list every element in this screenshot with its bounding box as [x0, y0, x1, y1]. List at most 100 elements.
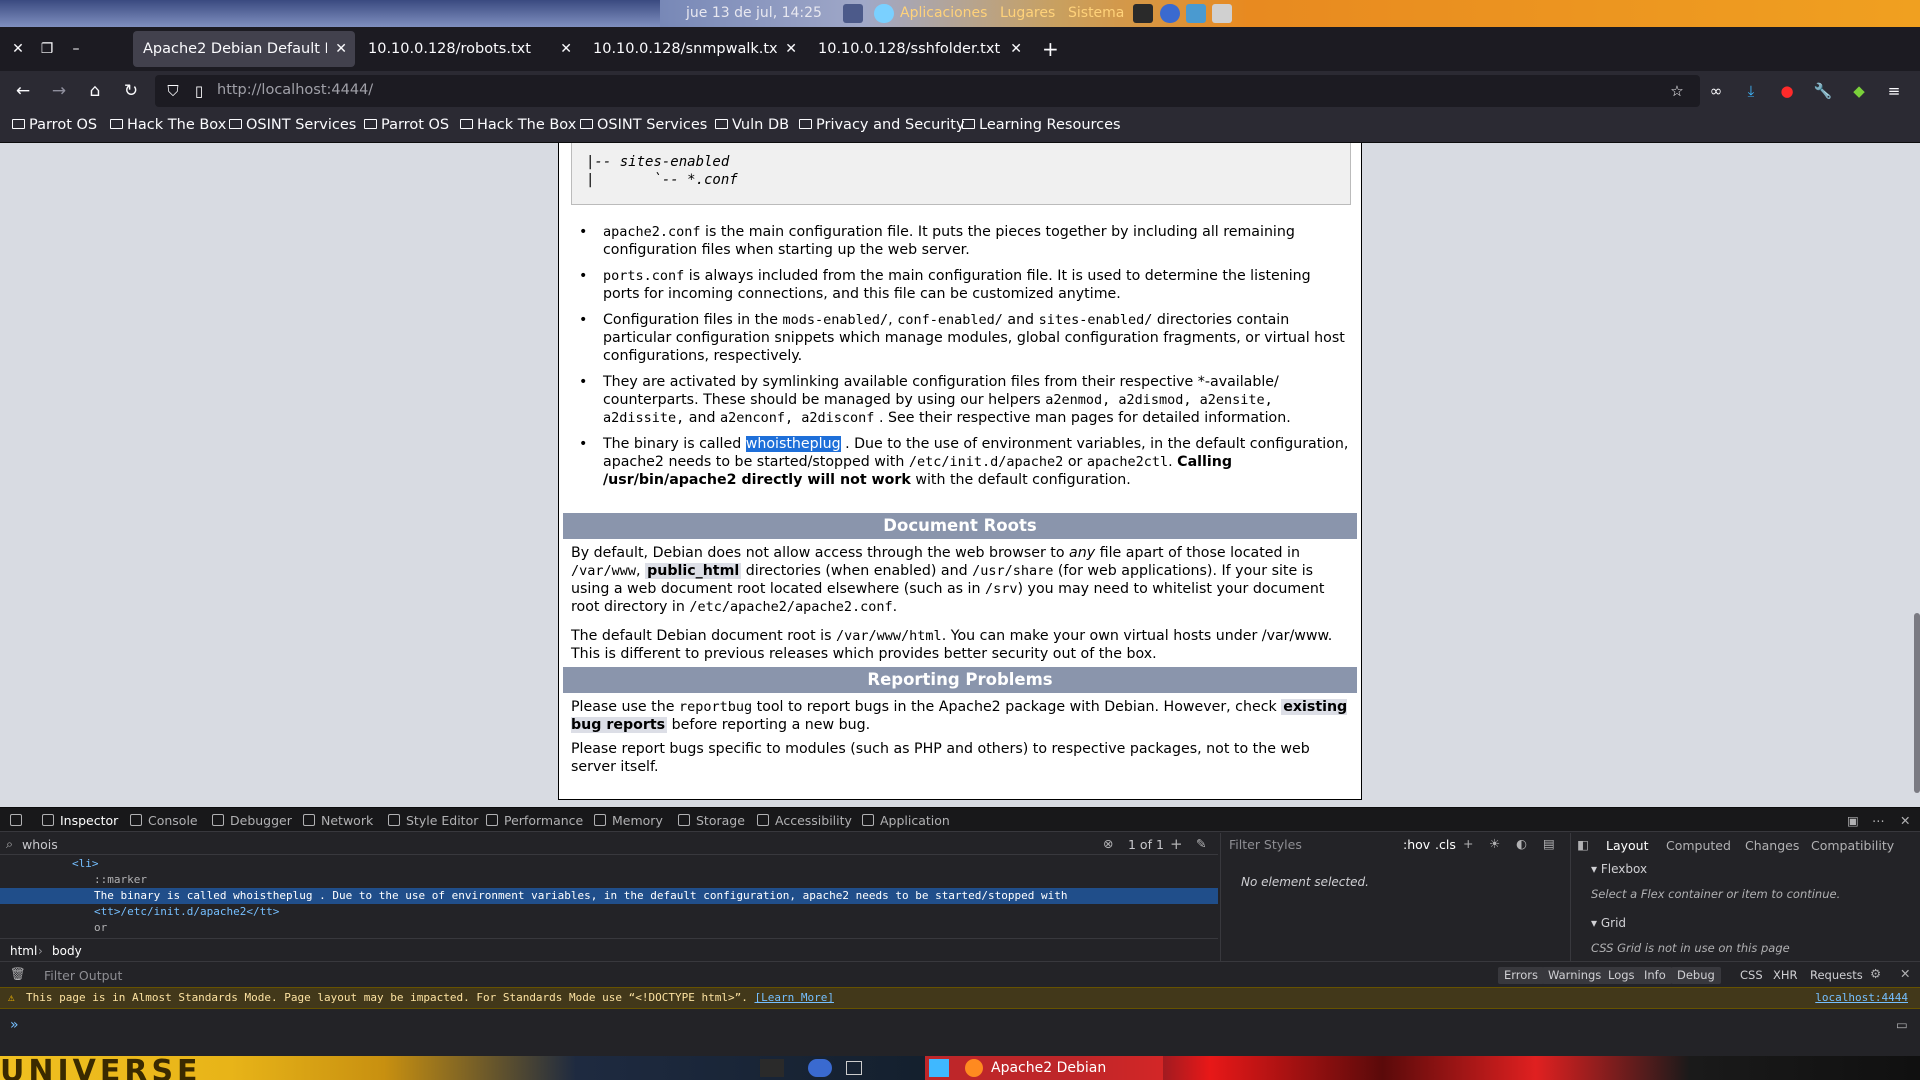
hov-toggle[interactable]: :hov	[1403, 837, 1430, 852]
panel-clock[interactable]: jue 13 de jul, 14:25	[686, 5, 822, 21]
markup-pseudo[interactable]: ::marker	[94, 872, 147, 888]
tab-snmpwalk[interactable]: 10.10.0.128/snmpwalk.txt ✕	[583, 31, 805, 67]
console-input[interactable]: » ▭	[0, 1009, 1920, 1057]
filter-xhr[interactable]: XHR	[1773, 968, 1798, 982]
tab-storage[interactable]: Storage	[678, 813, 745, 828]
markup-text[interactable]: or	[94, 920, 107, 936]
pick-element-icon[interactable]	[10, 813, 28, 828]
tab-compatibility[interactable]: Compatibility	[1811, 838, 1894, 853]
firefox-task-icon[interactable]	[808, 1059, 832, 1077]
editor-icon[interactable]	[1212, 4, 1232, 23]
flexbox-section-header[interactable]: ▾ Flexbox	[1591, 862, 1647, 876]
bookmark-star-icon[interactable]: ☆	[1667, 81, 1687, 101]
bookmark-folder[interactable]: Hack The Box	[460, 117, 576, 133]
tab-style-editor[interactable]: Style Editor	[388, 813, 478, 828]
markup-node[interactable]: <li>	[72, 856, 99, 872]
eyedropper-icon[interactable]: ✎	[1196, 836, 1206, 851]
firefox-launcher-icon[interactable]	[1160, 4, 1180, 23]
filter-requests[interactable]: Requests	[1810, 968, 1863, 982]
warning-source-link[interactable]: localhost:4444	[1815, 988, 1908, 1008]
screenshot-icon[interactable]	[843, 4, 863, 23]
url-text[interactable]: http://localhost:4444/	[217, 82, 373, 98]
tab-changes[interactable]: Changes	[1745, 838, 1799, 853]
breadcrumb-body[interactable]: body	[52, 944, 82, 958]
network-icon[interactable]	[874, 4, 894, 23]
tab-console[interactable]: Console	[130, 813, 198, 828]
tab-inspector[interactable]: Inspector	[42, 813, 118, 828]
toggle-sidebar-icon[interactable]: ◧	[1577, 837, 1589, 852]
add-node-icon[interactable]: +	[1170, 835, 1183, 853]
tab-sshfolder[interactable]: 10.10.0.128/sshfolder.txt ✕	[808, 31, 1030, 67]
editor-mode-icon[interactable]: ▭	[1896, 1017, 1908, 1032]
console-settings-icon[interactable]: ⚙	[1870, 966, 1881, 981]
forward-icon[interactable]: →	[48, 80, 70, 102]
filter-output-input[interactable]: Filter Output	[44, 968, 122, 983]
terminal-icon[interactable]	[1133, 4, 1153, 23]
filter-info[interactable]: Info	[1638, 967, 1672, 984]
close-window-icon[interactable]: ✕	[8, 39, 28, 59]
markup-node[interactable]: <tt>/etc/init.d/apache2</tt>	[94, 904, 279, 920]
clear-search-icon[interactable]: ⊗	[1103, 836, 1113, 851]
tab-layout[interactable]: Layout	[1606, 838, 1649, 853]
restore-window-icon[interactable]: ❐	[37, 39, 57, 59]
back-icon[interactable]: ←	[12, 80, 34, 102]
menu-places[interactable]: Lugares	[1000, 5, 1055, 21]
markup-view[interactable]: <li> ::marker The binary is called whois…	[0, 856, 1218, 936]
tab-accessibility[interactable]: Accessibility	[757, 813, 852, 828]
markup-search-bar[interactable]: ⌕ whois ⊗ 1 of 1 + ✎	[0, 833, 1218, 855]
bookmark-folder[interactable]: Privacy and Security	[799, 117, 965, 133]
light-theme-icon[interactable]: ☀	[1489, 836, 1500, 851]
learn-more-link[interactable]: [Learn More]	[754, 991, 833, 1004]
reload-icon[interactable]: ↻	[120, 80, 142, 102]
close-tab-icon[interactable]: ✕	[1010, 31, 1022, 67]
home-icon[interactable]: ⌂	[84, 80, 106, 102]
bookmark-folder[interactable]: OSINT Services	[229, 117, 356, 133]
cls-toggle[interactable]: .cls	[1435, 837, 1456, 852]
wrench-icon[interactable]: 🔧	[1813, 81, 1833, 101]
filter-debug[interactable]: Debug	[1671, 967, 1721, 984]
close-split-console-icon[interactable]: ✕	[1900, 966, 1910, 981]
filter-css[interactable]: CSS	[1740, 968, 1763, 982]
markup-selected-text-node[interactable]: The binary is called whoistheplug . Due …	[0, 888, 1218, 904]
search-input[interactable]: whois	[22, 837, 58, 852]
tracking-shield-icon[interactable]: ⛉	[163, 81, 183, 101]
grid-section-header[interactable]: ▾ Grid	[1591, 916, 1626, 930]
print-simulation-icon[interactable]: ▤	[1543, 836, 1555, 851]
new-tab-button[interactable]: +	[1042, 37, 1059, 61]
breadcrumb-html[interactable]: html	[10, 944, 37, 958]
taskbar-window-firefox[interactable]: Apache2 Debian Defaul...	[925, 1056, 1163, 1080]
show-desktop-icon[interactable]	[846, 1061, 862, 1075]
files-icon[interactable]	[1186, 4, 1206, 23]
bookmark-folder[interactable]: OSINT Services	[580, 117, 707, 133]
close-devtools-icon[interactable]: ✕	[1900, 813, 1910, 828]
terminal-task-icon[interactable]	[760, 1059, 784, 1077]
bookmark-folder[interactable]: Vuln DB	[715, 117, 789, 133]
downloads-icon[interactable]: ⤓	[1741, 81, 1761, 101]
page-info-icon[interactable]: ▯	[189, 81, 209, 101]
minimize-window-icon[interactable]: –	[66, 39, 86, 59]
page-scrollbar[interactable]	[1914, 613, 1920, 793]
tab-memory[interactable]: Memory	[594, 813, 663, 828]
filter-errors[interactable]: Errors	[1498, 967, 1545, 984]
tab-network[interactable]: Network	[303, 813, 373, 828]
tab-robots[interactable]: 10.10.0.128/robots.txt ✕	[358, 31, 580, 67]
dock-side-icon[interactable]: ▣	[1847, 813, 1859, 828]
url-bar[interactable]: ⛉ ▯ http://localhost:4444/ ☆	[155, 75, 1700, 107]
tab-application[interactable]: Application	[862, 813, 950, 828]
private-mask-icon[interactable]: ∞	[1706, 81, 1726, 101]
filter-warnings[interactable]: Warnings	[1542, 967, 1608, 984]
bookmark-folder[interactable]: Parrot OS	[12, 117, 97, 133]
close-tab-icon[interactable]: ✕	[785, 31, 797, 67]
bookmark-folder[interactable]: Learning Resources	[962, 117, 1121, 133]
filter-styles-input[interactable]: Filter Styles	[1229, 837, 1302, 852]
menu-hamburger-icon[interactable]: ≡	[1884, 81, 1904, 101]
close-tab-icon[interactable]: ✕	[335, 31, 347, 67]
menu-system[interactable]: Sistema	[1068, 5, 1124, 21]
menu-applications[interactable]: Aplicaciones	[900, 5, 987, 21]
trash-icon[interactable]: 🗑	[10, 966, 26, 982]
tab-debugger[interactable]: Debugger	[212, 813, 292, 828]
tab-computed[interactable]: Computed	[1666, 838, 1731, 853]
close-tab-icon[interactable]: ✕	[560, 31, 572, 67]
ublock-icon[interactable]: ●	[1777, 81, 1797, 101]
proxy-extension-icon[interactable]: ◆	[1849, 81, 1869, 101]
